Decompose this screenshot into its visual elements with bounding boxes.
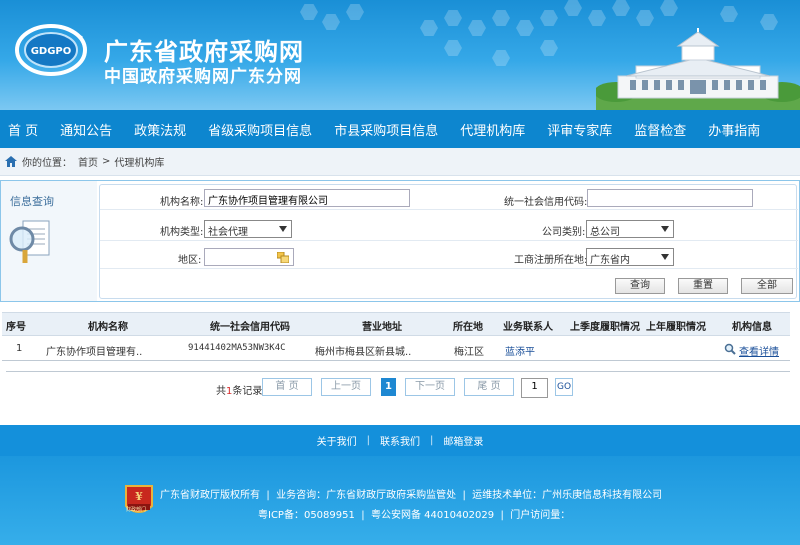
form-row-3: 地区: 工商注册所在地: 广东省内 <box>100 246 798 269</box>
row-contact: 蓝添平 <box>505 347 535 358</box>
home-icon <box>5 156 17 167</box>
svg-text:¥: ¥ <box>135 490 143 503</box>
footer-separator: | <box>430 435 434 446</box>
nav-item-supervision[interactable]: 监督检查 <box>634 120 686 139</box>
column-last-year: 上年履职情况 <box>646 322 706 333</box>
view-details-link[interactable]: 查看详情 <box>739 343 779 358</box>
form-row-2: 机构类型: 社会代理 公司类别: 总公司 <box>100 218 798 241</box>
breadcrumb-home[interactable]: 首页 <box>78 154 98 169</box>
logo-text: GDGPO <box>31 46 72 57</box>
table-row: 1 广东协作项目管理有.. 91441402MA53NW3K4C 梅州市梅县区新… <box>2 337 790 361</box>
company-type-label: 公司类别: <box>542 227 586 238</box>
org-type-label: 机构类型: <box>160 227 204 238</box>
reset-button[interactable]: 重置 <box>678 278 728 294</box>
gdgpo-logo: GDGPO <box>15 24 87 76</box>
footer-icp: 粤ICP备：05089951 | 粤公安网备 44010402029 | 门户访… <box>258 510 571 521</box>
footer-about-link[interactable]: 关于我们 <box>317 433 357 448</box>
nav-item-experts[interactable]: 评审专家库 <box>547 120 612 139</box>
main-nav: 首 页 通知公告 政策法规 省级采购项目信息 市县采购项目信息 代理机构库 评审… <box>0 110 800 148</box>
org-name-label: 机构名称: <box>160 197 204 208</box>
column-index: 序号 <box>6 322 26 333</box>
org-name-input[interactable]: 广东协作项目管理有限公司 <box>204 189 410 207</box>
nav-item-guide[interactable]: 办事指南 <box>708 120 760 139</box>
nav-item-provincial-projects[interactable]: 省级采购项目信息 <box>208 120 312 139</box>
row-org-name[interactable]: 广东协作项目管理有.. <box>46 343 142 358</box>
footer-info: ¥ 财政部门 广东省财政厅版权所有 | 业务咨询：广东省财政厅政府采购监管处 |… <box>0 456 800 545</box>
last-page-button[interactable]: 尾 页 <box>464 378 514 396</box>
next-page-button[interactable]: 下一页 <box>405 378 455 396</box>
search-section: 信息查询 机构名称: 广东协作项目管理有限公司 统一社会信用代码: 机构类型: … <box>0 180 800 302</box>
go-button[interactable]: GO <box>555 378 573 396</box>
column-last-quarter: 上季度履职情况 <box>570 322 640 333</box>
footer-copyright: 广东省财政厅版权所有 | 业务咨询：广东省财政厅政府采购监管处 | 运维技术单位… <box>160 490 663 501</box>
first-page-button[interactable]: 首 页 <box>262 378 312 396</box>
credit-code-label: 统一社会信用代码: <box>504 197 588 208</box>
region-label: 地区: <box>178 255 202 266</box>
footer-mail-link[interactable]: 邮箱登录 <box>443 433 483 448</box>
column-location: 所在地 <box>453 322 483 333</box>
nav-item-notices[interactable]: 通知公告 <box>60 120 112 139</box>
government-building-image <box>596 28 800 110</box>
all-button[interactable]: 全部 <box>741 278 793 294</box>
current-page[interactable]: 1 <box>381 378 396 396</box>
magnifier-document-icon <box>9 220 50 263</box>
page-number-input[interactable]: 1 <box>521 378 548 398</box>
site-header: GDGPO 广东省政府采购网 中国政府采购网广东分网 <box>0 0 800 110</box>
info-query-label: 信息查询 <box>10 195 54 208</box>
breadcrumb-current: 代理机构库 <box>114 158 165 169</box>
footer-contact-link[interactable]: 联系我们 <box>380 433 420 448</box>
prev-page-button[interactable]: 上一页 <box>321 378 371 396</box>
site-subtitle: 中国政府采购网广东分网 <box>104 67 302 87</box>
company-type-select[interactable]: 总公司 <box>586 220 674 238</box>
pagination: 共1条记录 首 页 上一页 1 下一页 尾 页 1 GO <box>0 378 800 402</box>
column-org-info: 机构信息 <box>732 322 772 333</box>
view-details-icon[interactable] <box>724 343 736 355</box>
column-org-name: 机构名称 <box>88 322 128 333</box>
row-location: 梅江区 <box>454 347 484 358</box>
search-form: 机构名称: 广东协作项目管理有限公司 统一社会信用代码: 机构类型: 社会代理 … <box>99 184 798 299</box>
row-index: 1 <box>16 343 23 354</box>
query-button[interactable]: 查询 <box>615 278 665 294</box>
region-picker-icon[interactable] <box>277 252 289 263</box>
breadcrumb-prefix: 你的位置： <box>22 158 72 169</box>
nav-item-agencies[interactable]: 代理机构库 <box>460 120 525 139</box>
row-credit-code: 91441402MA53NW3K4C <box>188 343 286 353</box>
row-address: 梅州市梅县区新县城.. <box>315 347 412 358</box>
seal-caption: 财政部门 <box>126 507 147 513</box>
table-divider <box>6 371 790 372</box>
column-credit-code: 统一社会信用代码 <box>210 322 290 333</box>
org-type-select[interactable]: 社会代理 <box>204 220 292 238</box>
column-contact: 业务联系人 <box>503 322 553 333</box>
total-records: 共1条记录 <box>216 386 263 397</box>
credit-code-input[interactable] <box>587 189 753 207</box>
breadcrumb: 你的位置： 首页 > 代理机构库 <box>0 148 800 176</box>
nav-item-home[interactable]: 首 页 <box>8 120 38 139</box>
results-table-header: 序号 机构名称 统一社会信用代码 营业地址 所在地 业务联系人 上季度履职情况 … <box>2 312 790 336</box>
nav-item-policies[interactable]: 政策法规 <box>134 120 186 139</box>
footer-separator: | <box>366 435 370 446</box>
info-query-panel: 信息查询 <box>1 181 97 301</box>
reg-location-select[interactable]: 广东省内 <box>586 248 674 266</box>
form-row-1: 机构名称: 广东协作项目管理有限公司 统一社会信用代码: <box>100 187 798 210</box>
column-address: 营业地址 <box>362 322 402 333</box>
reg-location-label: 工商注册所在地: <box>514 255 588 266</box>
nav-item-city-projects[interactable]: 市县采购项目信息 <box>334 120 438 139</box>
footer-links: 关于我们 | 联系我们 | 邮箱登录 <box>0 425 800 456</box>
breadcrumb-separator: > <box>102 156 111 167</box>
